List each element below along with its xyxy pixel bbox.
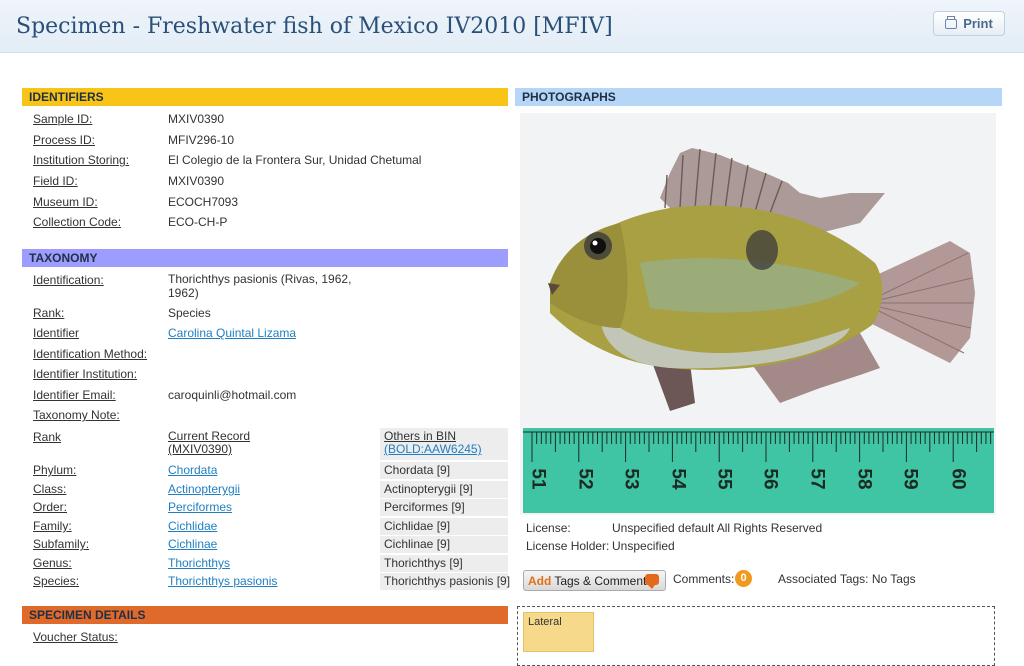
printer-icon xyxy=(945,15,958,29)
fish-illustration xyxy=(520,113,996,428)
others-in-bin-cell: Chordata [9] xyxy=(380,462,508,479)
taxonomy-note-label: Taxonomy Note: xyxy=(33,408,120,422)
table-row: Genus: Thorichthys Thorichthys [9] xyxy=(22,555,508,572)
measuring-ruler: 51 52 53 54 55 56 57 58 59 60 xyxy=(523,428,994,513)
rank-cell: Family: xyxy=(33,519,72,533)
table-row: Class: Actinopterygii Actinopterygii [9] xyxy=(22,481,508,498)
comment-bubble-icon xyxy=(645,574,659,589)
associated-tags: Associated Tags: No Tags xyxy=(778,572,916,586)
identifier-label: Identifier xyxy=(33,326,80,340)
ruler-number: 54 xyxy=(667,468,689,490)
identifiers-heading: IDENTIFIERS xyxy=(22,88,508,106)
ruler-number: 59 xyxy=(899,468,921,490)
rank-cell: Genus: xyxy=(33,556,72,570)
process-id-value: MFIV296-10 xyxy=(168,133,235,147)
collection-code-label: Collection Code: xyxy=(33,215,122,229)
add-label: Add xyxy=(528,573,552,588)
others-in-bin-label: Others in BIN xyxy=(384,429,457,443)
ruler-number: 56 xyxy=(759,468,781,490)
photographs-heading: PHOTOGRAPHS xyxy=(515,88,1002,106)
table-row: Family: Cichlidae Cichlidae [9] xyxy=(22,518,508,535)
rank-cell: Class: xyxy=(33,482,67,496)
rank-column-header: Rank xyxy=(33,430,62,444)
current-record-link[interactable]: Chordata xyxy=(168,463,217,477)
identification-label: Identification: xyxy=(33,273,104,287)
others-in-bin-cell: Cichlidae [9] xyxy=(380,518,508,535)
page-header: Specimen - Freshwater fish of Mexico IV2… xyxy=(0,0,1024,53)
collection-code-value: ECO-CH-P xyxy=(168,215,228,229)
current-record-link[interactable]: Thorichthys xyxy=(168,556,230,570)
rank-cell: Order: xyxy=(33,500,68,514)
identifier-link[interactable]: Carolina Quintal Lizama xyxy=(168,326,296,340)
others-in-bin-cell: Perciformes [9] xyxy=(380,499,508,516)
museum-id-label: Museum ID: xyxy=(33,195,98,209)
current-record-link[interactable]: Actinopterygii xyxy=(168,482,240,496)
others-in-bin-cell: Actinopterygii [9] xyxy=(380,481,508,498)
license-holder-label: License Holder: xyxy=(526,539,610,553)
table-row: Phylum: Chordata Chordata [9] xyxy=(22,462,508,479)
thumbnail-label: Lateral xyxy=(528,616,562,628)
sample-id-label: Sample ID: xyxy=(33,112,93,126)
license-label: License: xyxy=(526,521,571,535)
ruler-number: 53 xyxy=(620,468,642,490)
current-record-link[interactable]: Cichlinae xyxy=(168,537,217,551)
others-in-bin-cell: Thorichthys pasionis [9] xyxy=(380,573,510,590)
table-row: Subfamily: Cichlinae Cichlinae [9] xyxy=(22,536,508,553)
current-record-link[interactable]: Thorichthys pasionis xyxy=(168,574,277,588)
others-in-bin-cell: Cichlinae [9] xyxy=(380,536,508,553)
table-row: Order: Perciformes Perciformes [9] xyxy=(22,499,508,516)
print-button[interactable]: Print xyxy=(933,11,1005,36)
sample-id-value: MXIV0390 xyxy=(168,112,225,126)
identification-method-label: Identification Method: xyxy=(33,347,148,361)
others-in-bin-header: Others in BIN (BOLD:AAW6245) xyxy=(380,428,508,460)
rank-label: Rank: xyxy=(33,306,65,320)
license-holder-value: Unspecified xyxy=(612,539,675,553)
identifier-email-label: Identifier Email: xyxy=(33,388,116,402)
ruler-number: 52 xyxy=(574,468,596,490)
taxonomy-heading: TAXONOMY xyxy=(22,249,508,267)
voucher-status-label: Voucher Status: xyxy=(33,630,118,644)
rank-cell: Species: xyxy=(33,574,80,588)
ruler-number: 57 xyxy=(806,468,828,490)
taxonomy-table-header: Rank Current Record (MXIV0390) Others in… xyxy=(22,428,508,460)
others-in-bin-cell: Thorichthys [9] xyxy=(380,555,508,572)
ruler-number: 60 xyxy=(947,468,969,490)
photo-thumbnail-lateral[interactable]: Lateral xyxy=(523,612,594,652)
ruler-number: 58 xyxy=(853,468,875,490)
current-record-link[interactable]: Perciformes xyxy=(168,500,232,514)
rank-cell: Subfamily: xyxy=(33,537,90,551)
current-record-header: Current Record (MXIV0390) xyxy=(168,430,250,456)
institution-storing-value: El Colegio de la Frontera Sur, Unidad Ch… xyxy=(168,153,422,167)
field-id-label: Field ID: xyxy=(33,174,78,188)
identification-value: Thorichthys pasionis (Rivas, 1962, 1962) xyxy=(168,272,352,300)
table-row: Species: Thorichthys pasionis Thorichthy… xyxy=(22,573,510,590)
page-title: Specimen - Freshwater fish of Mexico IV2… xyxy=(16,14,613,39)
current-record-link[interactable]: Cichlidae xyxy=(168,519,217,533)
identifier-email-value: caroquinli@hotmail.com xyxy=(168,388,297,402)
specimen-details-heading: SPECIMEN DETAILS xyxy=(22,606,508,624)
ruler-number: 55 xyxy=(713,468,735,490)
print-label: Print xyxy=(963,16,993,31)
comments-count-badge[interactable]: 0 xyxy=(735,570,752,587)
rank-value: Species xyxy=(168,306,211,320)
comments-label: Comments: xyxy=(673,572,735,586)
rank-cell: Phylum: xyxy=(33,463,77,477)
bin-link[interactable]: (BOLD:AAW6245) xyxy=(384,442,482,456)
current-record-label: Current Record xyxy=(168,429,251,443)
museum-id-value: ECOCH7093 xyxy=(168,195,239,209)
tags-comments-label: Tags & Comments xyxy=(554,573,653,588)
identifier-institution-label: Identifier Institution: xyxy=(33,367,138,381)
field-id-value: MXIV0390 xyxy=(168,174,225,188)
ruler-number: 51 xyxy=(527,468,549,490)
add-tags-comments-button[interactable]: Add Tags & Comments xyxy=(523,570,666,591)
current-record-id: (MXIV0390) xyxy=(168,442,233,456)
institution-storing-label: Institution Storing: xyxy=(33,153,130,167)
process-id-label: Process ID: xyxy=(33,133,96,147)
license-value: Unspecified default All Rights Reserved xyxy=(612,521,823,535)
